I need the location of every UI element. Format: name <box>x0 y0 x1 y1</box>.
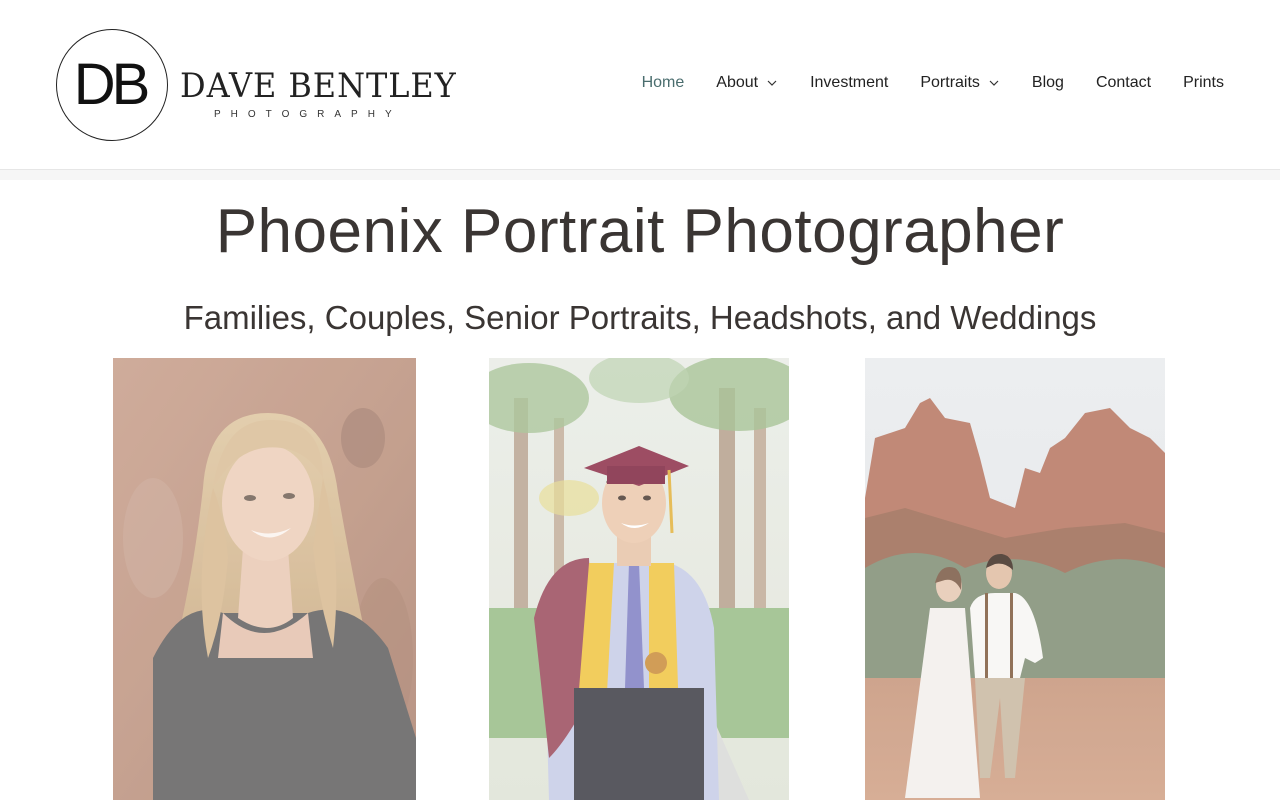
chevron-down-icon <box>767 80 777 86</box>
nav-item-label: Contact <box>1095 74 1152 91</box>
couple-portrait-image <box>865 358 1165 800</box>
page-subtitle: Families, Couples, Senior Portraits, Hea… <box>183 299 1097 336</box>
gallery-photo-senior-portrait[interactable] <box>113 358 416 800</box>
logo-name: DAVE BENTLEY <box>180 66 457 106</box>
nav-item-label: Prints <box>1183 74 1224 91</box>
header-divider-band <box>0 170 1280 180</box>
nav-item-about[interactable]: About <box>716 74 778 92</box>
nav-item-contact[interactable]: Contact <box>1096 74 1151 92</box>
graduate-portrait-image <box>489 358 789 800</box>
site-logo[interactable]: DB DAVE BENTLEY PHOTOGRAPHY <box>56 29 466 143</box>
nav-item-label: Investment <box>810 74 889 91</box>
nav-item-prints[interactable]: Prints <box>1183 74 1224 92</box>
chevron-down-icon <box>989 80 999 86</box>
logo-monogram-circle: DB <box>56 29 168 141</box>
nav-item-label: Home <box>641 74 685 91</box>
nav-item-portraits[interactable]: Portraits <box>920 74 1000 92</box>
nav-item-label: Blog <box>1031 74 1064 91</box>
gallery-photo-graduate[interactable] <box>489 358 789 800</box>
nav-item-investment[interactable]: Investment <box>810 74 888 92</box>
logo-tagline: PHOTOGRAPHY <box>214 109 402 120</box>
gallery-photo-couple[interactable] <box>865 358 1165 800</box>
main-nav: Home About Investment Portraits Blog Con… <box>642 74 1224 92</box>
nav-item-label: Portraits <box>920 74 980 91</box>
logo-monogram: DB <box>73 52 151 117</box>
nav-item-label: About <box>716 74 759 91</box>
nav-item-home[interactable]: Home <box>642 74 685 92</box>
site-header: DB DAVE BENTLEY PHOTOGRAPHY Home About I… <box>0 0 1280 170</box>
senior-portrait-image <box>113 358 416 800</box>
page-title: Phoenix Portrait Photographer <box>215 197 1065 266</box>
nav-item-blog[interactable]: Blog <box>1032 74 1064 92</box>
